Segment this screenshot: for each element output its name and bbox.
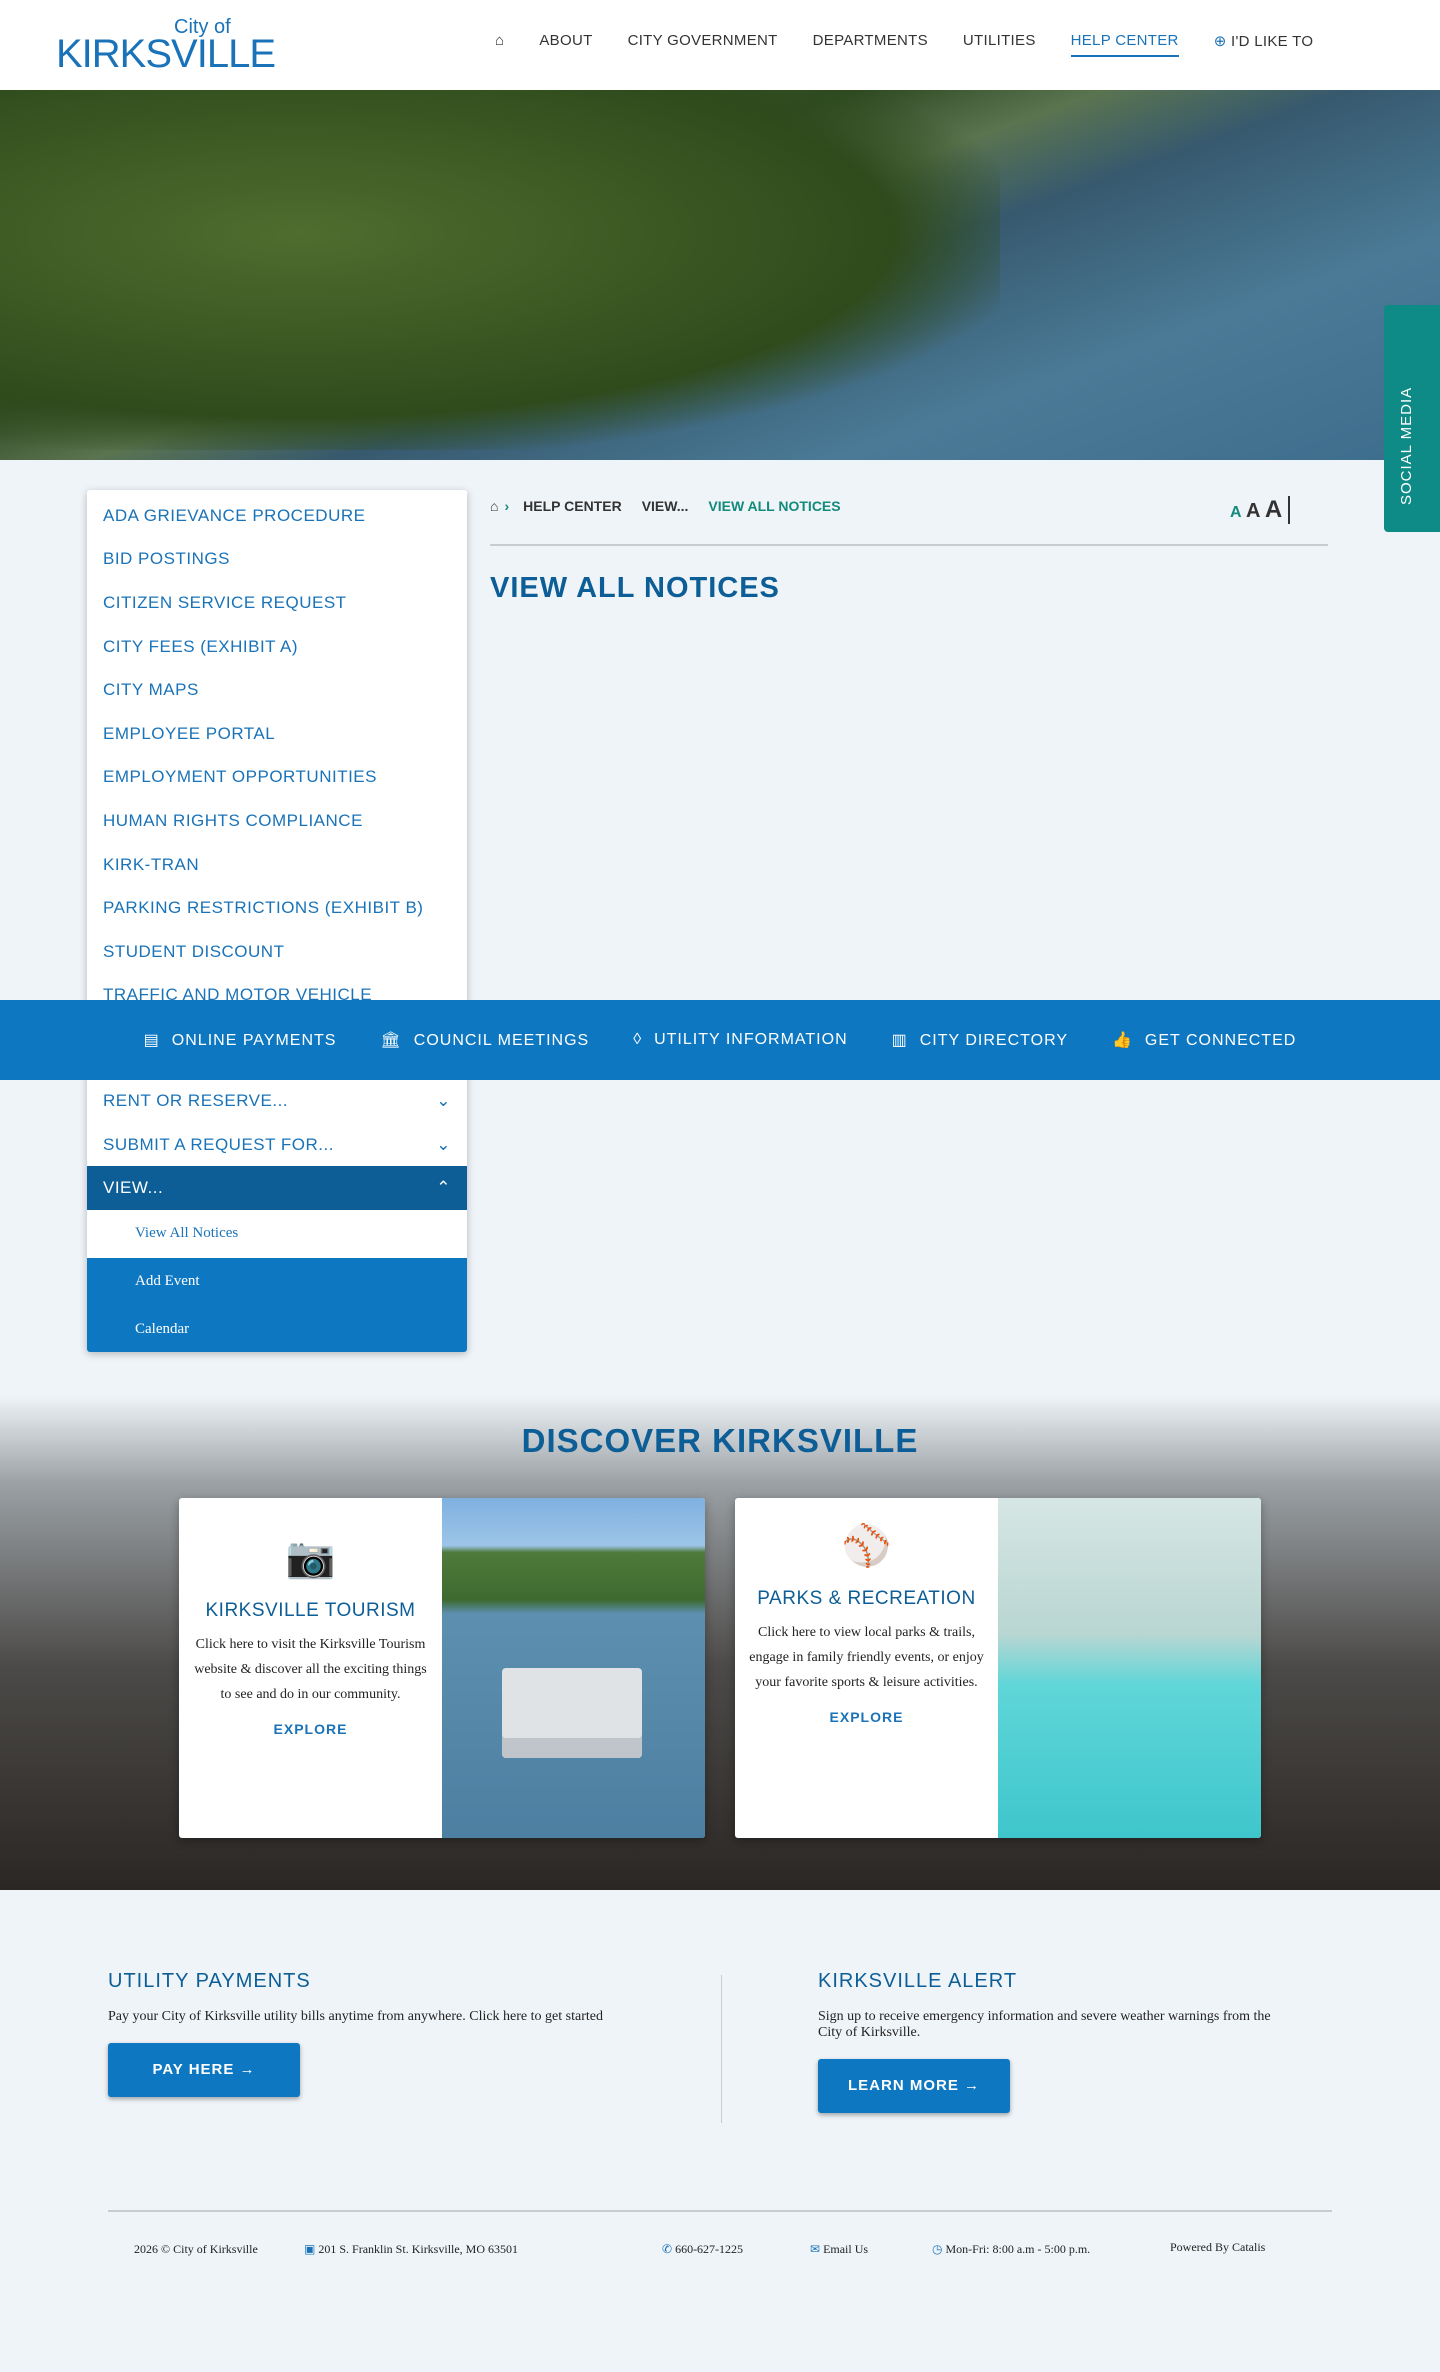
crumb-current: VIEW ALL NOTICES	[708, 498, 841, 514]
footer-phone[interactable]: ✆ 660-627-1225	[662, 2242, 743, 2257]
sidebar-item[interactable]: CITIZEN SERVICE REQUEST	[87, 581, 467, 625]
sidebar-item-rent[interactable]: RENT OR RESERVE... ⌄	[87, 1079, 467, 1123]
utility-title: UTILITY PAYMENTS	[108, 1970, 311, 1992]
quick-link-get-connected[interactable]: 👍 GET CONNECTED	[1112, 1030, 1296, 1050]
sidebar-item[interactable]: EMPLOYEE PORTAL	[87, 712, 467, 756]
crumb-view[interactable]: VIEW...	[642, 498, 689, 514]
city-logo[interactable]: City of KIRKSVILLE	[56, 16, 276, 76]
card-parks[interactable]: ⚾ PARKS & RECREATION Click here to view …	[735, 1498, 1261, 1838]
sidebar-item[interactable]: ADA GRIEVANCE PROCEDURE	[87, 494, 467, 538]
divider	[490, 544, 1328, 546]
chevron-down-icon: ⌄	[436, 1134, 451, 1154]
sidebar-item-view[interactable]: VIEW... ⌃	[87, 1166, 467, 1210]
card-text: Click here to visit the Kirksville Touri…	[194, 1637, 427, 1702]
explore-link[interactable]: EXPLORE	[749, 1709, 984, 1725]
text-size-large[interactable]: A	[1265, 496, 1282, 523]
phone-icon: ✆	[662, 2242, 676, 2256]
main-nav: ⌂ ABOUT CITY GOVERNMENT DEPARTMENTS UTIL…	[495, 32, 1313, 57]
card-title: PARKS & RECREATION	[757, 1588, 976, 1609]
logo-name: KIRKSVILLE	[56, 32, 276, 76]
site-header: City of KIRKSVILLE ⌂ ABOUT CITY GOVERNME…	[0, 0, 1440, 90]
clock-icon: ◷	[932, 2242, 946, 2256]
sidebar-item[interactable]: HUMAN RIGHTS COMPLIANCE	[87, 799, 467, 843]
sidebar-item[interactable]: KIRK-TRAN	[87, 843, 467, 887]
vertical-divider	[721, 1975, 722, 2123]
text-size-small[interactable]: A	[1230, 504, 1242, 521]
page-title: VIEW ALL NOTICES	[490, 572, 780, 604]
kirksville-alert: KIRKSVILLE ALERT Sign up to receive emer…	[818, 1970, 1288, 2113]
nav-id-like-to[interactable]: ⊕ I'D LIKE TO	[1214, 32, 1314, 57]
subitem-view-all-notices[interactable]: View All Notices	[87, 1209, 467, 1258]
powered-by-link[interactable]: Powered By Catalis	[1170, 2240, 1265, 2255]
quick-link-online-payments[interactable]: ▤ ONLINE PAYMENTS	[144, 1030, 337, 1050]
building-icon: 🏛	[380, 1032, 402, 1049]
sidebar-item[interactable]: BID POSTINGS	[87, 538, 467, 582]
alert-text: Sign up to receive emergency information…	[818, 2009, 1271, 2040]
crumb-help-center[interactable]: HELP CENTER	[523, 498, 622, 514]
card-title: KIRKSVILLE TOURISM	[205, 1600, 416, 1621]
nav-departments[interactable]: DEPARTMENTS	[813, 32, 928, 57]
water-drop-icon: ◊	[633, 1031, 643, 1048]
utility-payments: UTILITY PAYMENTS Pay your City of Kirksv…	[108, 1970, 688, 2097]
card-tourism[interactable]: 📷 KIRKSVILLE TOURISM Click here to visit…	[179, 1498, 705, 1838]
baseball-bat-icon: ⚾	[841, 1523, 892, 1569]
hero-image	[0, 90, 1440, 460]
copyright: 2026 © City of Kirksville	[134, 2242, 258, 2256]
sidebar-item[interactable]: CITY MAPS	[87, 668, 467, 712]
subitem-calendar[interactable]: Calendar	[87, 1305, 467, 1352]
sidebar-item[interactable]: STUDENT DISCOUNT	[87, 930, 467, 974]
sidebar-item[interactable]: EMPLOYMENT OPPORTUNITIES	[87, 756, 467, 800]
thumbs-up-icon: 👍	[1112, 1032, 1133, 1049]
text-size-medium[interactable]: A	[1246, 500, 1260, 522]
home-icon[interactable]: ⌂	[490, 498, 498, 514]
footer-hours: ◷ Mon-Fri: 8:00 a.m - 5:00 p.m.	[932, 2242, 1091, 2256]
home-icon[interactable]: ⌂	[495, 32, 504, 57]
pay-here-button[interactable]: PAY HERE →	[108, 2043, 300, 2097]
social-media-tab[interactable]: SOCIAL MEDIA	[1384, 305, 1440, 532]
explore-link[interactable]: EXPLORE	[193, 1721, 428, 1737]
quick-link-utility-information[interactable]: ◊ UTILITY INFORMATION	[633, 1031, 847, 1049]
map-icon: ▣	[304, 2242, 319, 2256]
footer-divider	[108, 2210, 1332, 2212]
nav-city-government[interactable]: CITY GOVERNMENT	[628, 32, 778, 57]
quick-links-bar: ▤ ONLINE PAYMENTS 🏛 COUNCIL MEETINGS ◊ UTIL…	[0, 1000, 1440, 1080]
breadcrumb: ⌂ › HELP CENTER VIEW... VIEW ALL NOTICES	[490, 498, 841, 514]
footer-email[interactable]: ✉ Email Us	[810, 2242, 868, 2257]
sidebar: ADA GRIEVANCE PROCEDURE BID POSTINGS CIT…	[87, 490, 467, 1352]
envelope-icon: ✉	[810, 2242, 824, 2256]
sidebar-item-submit[interactable]: SUBMIT A REQUEST FOR... ⌄	[87, 1123, 467, 1167]
chevron-up-icon: ⌃	[436, 1178, 451, 1198]
discover-title: DISCOVER KIRKSVILLE	[521, 1422, 919, 1459]
credit-card-icon: ▤	[143, 1032, 160, 1049]
tourism-boat-image	[442, 1498, 705, 1838]
quick-link-city-directory[interactable]: ▥ CITY DIRECTORY	[892, 1030, 1068, 1050]
chevron-right-icon: ›	[504, 498, 510, 514]
subitem-add-event[interactable]: Add Event	[87, 1257, 467, 1306]
card-text: Click here to view local parks & trails,…	[749, 1625, 984, 1690]
quick-link-council-meetings[interactable]: 🏛 COUNCIL MEETINGS	[380, 1030, 589, 1050]
nav-utilities[interactable]: UTILITIES	[963, 32, 1036, 57]
chevron-down-icon: ⌄	[436, 1090, 451, 1110]
nav-about[interactable]: ABOUT	[539, 32, 592, 57]
text-size-controls: A A A	[1230, 496, 1291, 524]
camera-icon: 📷	[285, 1535, 336, 1581]
nav-help-center[interactable]: HELP CENTER	[1070, 32, 1179, 57]
learn-more-button[interactable]: LEARN MORE →	[818, 2059, 1010, 2113]
footer-address[interactable]: ▣ 201 S. Franklin St. Kirksville, MO 635…	[304, 2242, 518, 2257]
utility-text: Pay your City of Kirksville utility bill…	[108, 2009, 603, 2024]
pool-image	[998, 1498, 1261, 1838]
sidebar-item[interactable]: PARKING RESTRICTIONS (EXHIBIT B)	[87, 886, 467, 930]
search-icon: ⊕	[1213, 33, 1232, 50]
sidebar-item[interactable]: CITY FEES (EXHIBIT A)	[87, 625, 467, 669]
alert-title: KIRKSVILLE ALERT	[818, 1970, 1018, 1992]
directory-icon: ▥	[891, 1032, 908, 1049]
